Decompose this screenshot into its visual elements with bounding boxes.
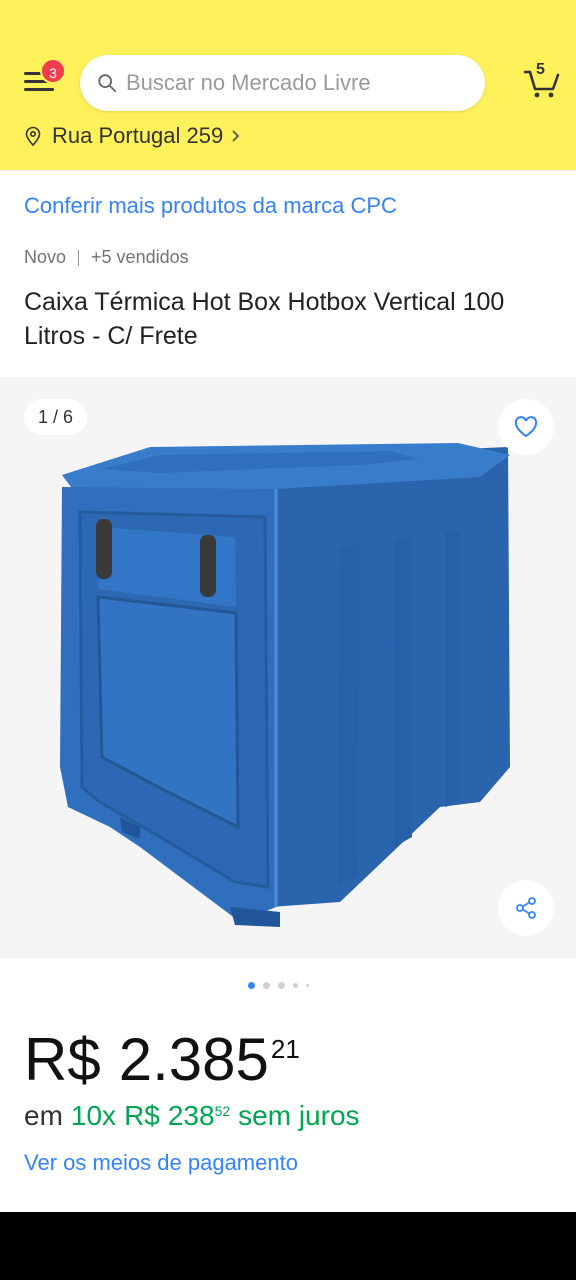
chevron-right-icon xyxy=(232,130,240,142)
pagination-dot[interactable] xyxy=(293,982,298,988)
notification-badge: 3 xyxy=(40,58,66,84)
payment-methods-link[interactable]: Ver os meios de pagamento xyxy=(24,1150,298,1176)
installments-suffix: sem juros xyxy=(238,1100,360,1131)
search-icon xyxy=(98,74,117,93)
installments-currency: R$ xyxy=(124,1100,160,1131)
installments-count: 10x xyxy=(70,1100,117,1131)
heart-icon xyxy=(514,416,538,438)
sold-count: +5 vendidos xyxy=(91,247,189,267)
pagination-dot[interactable] xyxy=(306,983,309,987)
condition-label: Novo xyxy=(24,247,67,267)
favorite-button[interactable] xyxy=(498,399,554,455)
cart-button[interactable]: 5 xyxy=(522,61,562,100)
product-page: 3 5 Rua Portugal 259 xyxy=(0,0,576,1212)
divider xyxy=(0,170,576,171)
pagination-dot[interactable] xyxy=(248,981,255,989)
brand-link[interactable]: Conferir mais produtos da marca CPC xyxy=(24,193,397,219)
gallery-pagination xyxy=(248,981,317,989)
location-pin-icon xyxy=(25,126,41,146)
price-amount: 2.385 xyxy=(118,1026,269,1093)
product-meta: Novo +5 vendidos xyxy=(24,247,189,268)
price: R$ 2.385 21 xyxy=(24,1028,300,1092)
installments-amount: 238 xyxy=(167,1100,215,1131)
image-counter: 1 / 6 xyxy=(24,399,88,435)
search-input[interactable] xyxy=(126,55,466,111)
search-bar[interactable] xyxy=(80,55,485,111)
share-icon xyxy=(516,897,536,919)
product-title: Caixa Térmica Hot Box Hotbox Vertical 10… xyxy=(24,288,505,350)
header: 3 5 Rua Portugal 259 xyxy=(0,0,576,170)
pagination-dot[interactable] xyxy=(263,981,270,989)
price-currency: R$ xyxy=(24,1026,101,1093)
installments-cents: 52 xyxy=(214,1103,231,1119)
location-text: Rua Portugal 259 xyxy=(52,123,224,148)
share-button[interactable] xyxy=(498,880,554,936)
product-image[interactable] xyxy=(40,407,520,947)
location-selector[interactable]: Rua Portugal 259 xyxy=(24,121,241,151)
installments: em 10x R$ 238 52 sem juros xyxy=(24,1100,360,1132)
cart-count: 5 xyxy=(536,61,545,78)
installments-prefix: em xyxy=(24,1100,63,1131)
price-cents: 21 xyxy=(270,1034,300,1064)
meta-separator xyxy=(78,249,80,266)
image-gallery[interactable]: 1 / 6 xyxy=(0,377,576,958)
pagination-dot[interactable] xyxy=(278,981,285,989)
